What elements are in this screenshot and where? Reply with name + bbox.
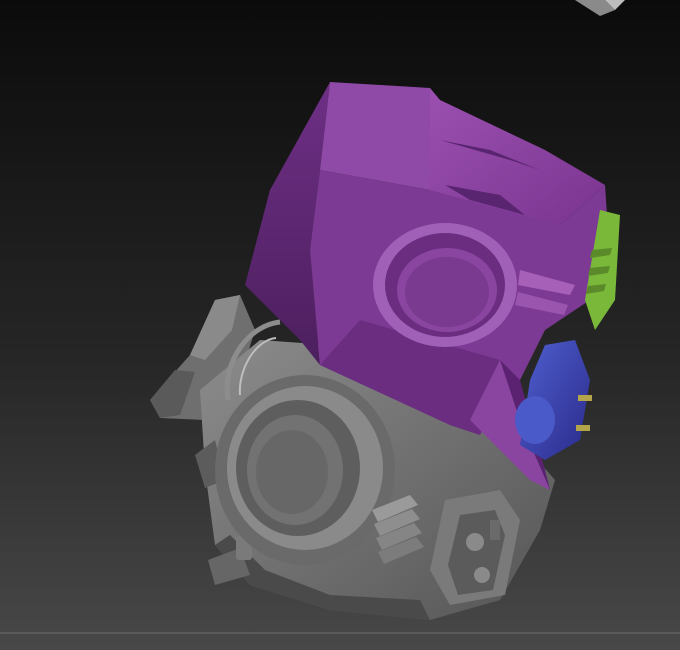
lens-housing bbox=[215, 375, 395, 565]
3d-viewport[interactable] bbox=[0, 0, 680, 650]
render-canvas bbox=[0, 0, 680, 650]
viewport-divider bbox=[0, 632, 680, 634]
